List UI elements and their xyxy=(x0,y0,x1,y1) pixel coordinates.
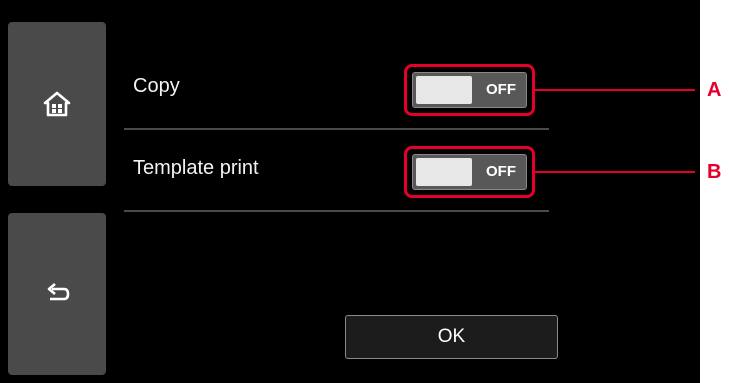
callout-highlight-b xyxy=(404,146,535,198)
callout-line-b xyxy=(535,171,695,173)
template-print-setting-label: Template print xyxy=(133,157,259,179)
callout-line-a xyxy=(535,89,695,91)
divider xyxy=(124,210,549,212)
callout-highlight-a xyxy=(404,64,535,116)
home-icon xyxy=(43,91,71,117)
back-arrow-icon xyxy=(47,283,70,301)
home-button[interactable] xyxy=(8,22,106,186)
divider xyxy=(124,128,549,130)
back-button[interactable] xyxy=(8,213,106,375)
printer-screen: Copy Template print OFF OFF OK xyxy=(0,0,700,383)
copy-setting-label: Copy xyxy=(133,75,180,97)
callout-letter-a: A xyxy=(707,79,722,101)
ok-button[interactable]: OK xyxy=(345,315,558,359)
callout-letter-b: B xyxy=(707,161,722,183)
